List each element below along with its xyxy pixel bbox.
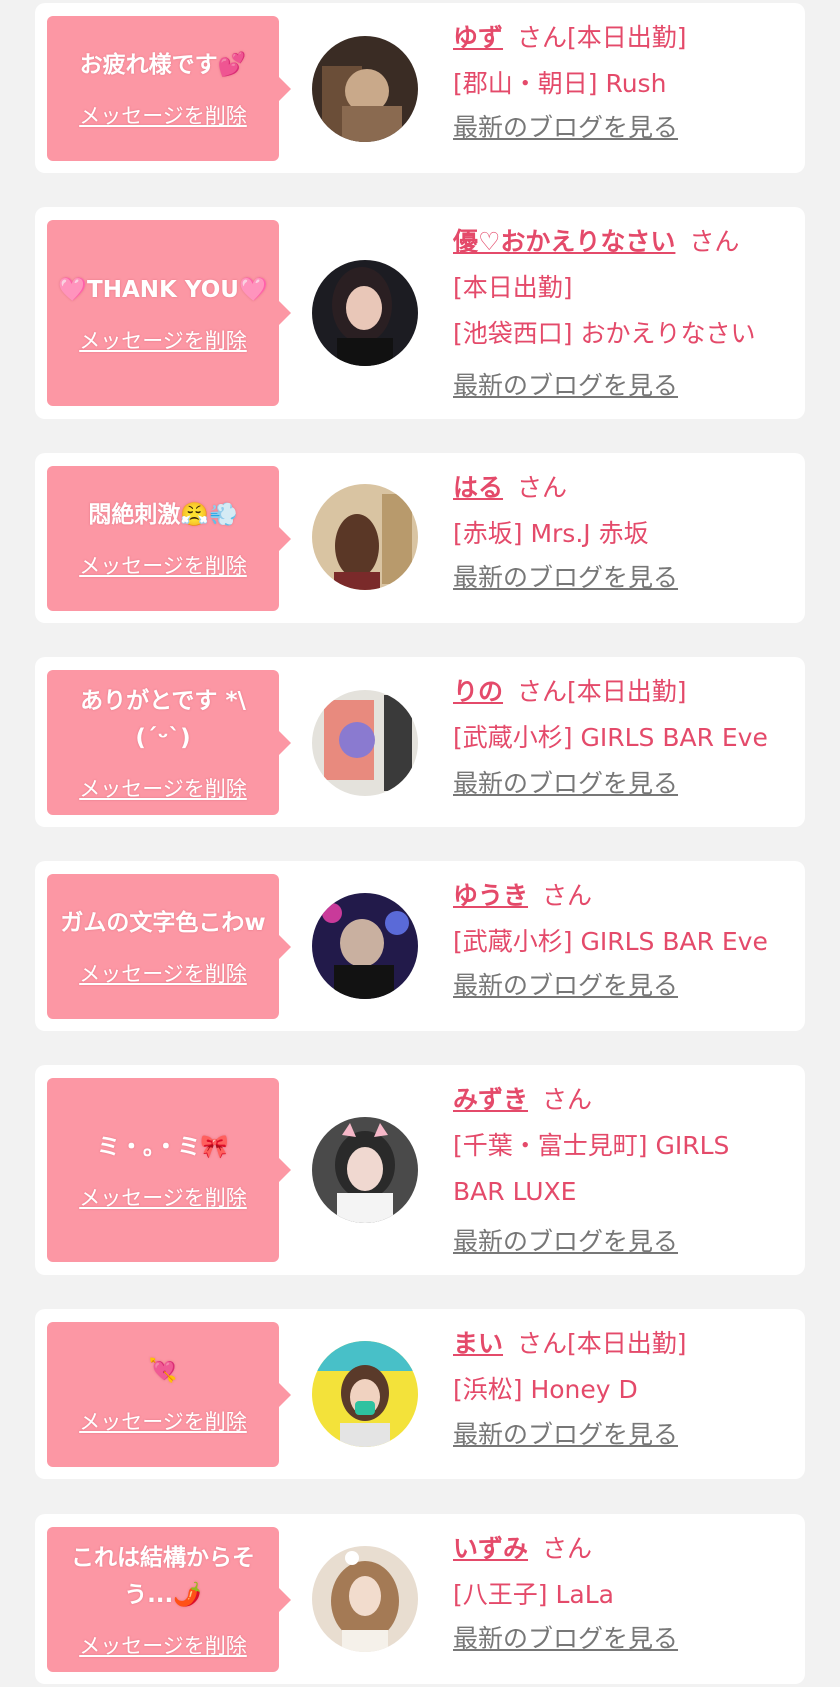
- shop-location: [郡山・朝日] Rush: [453, 69, 667, 98]
- work-status: [本日出勤]: [567, 677, 687, 706]
- cast-name-link[interactable]: ゆうき: [453, 881, 528, 910]
- message-bubble: ありがとです *\(ˊᵕˋ) メッセージを削除: [47, 670, 291, 815]
- message-text: ありがとです *\(ˊᵕˋ): [80, 687, 246, 751]
- shop-location: [武蔵小杉] GIRLS BAR Eve: [453, 927, 768, 956]
- cast-info: 優♡おかえりなさい さん [本日出勤] [池袋西口] おかえりなさい: [453, 219, 791, 357]
- message-card: ガムの文字色こわw メッセージを削除 ゆうき さん [武蔵小杉] GIRLS BA…: [35, 861, 805, 1031]
- shop-location: [武蔵小杉] GIRLS BAR Eve: [453, 723, 768, 752]
- delete-message-button[interactable]: メッセージを削除: [79, 325, 247, 355]
- work-status: [本日出勤]: [567, 1329, 687, 1358]
- message-card: ありがとです *\(ˊᵕˋ) メッセージを削除 りの さん[本日出勤] [武蔵小杉…: [35, 657, 805, 827]
- cast-info: みずき さん [千葉・富士見町] GIRLS BAR LUXE: [453, 1077, 791, 1215]
- latest-blog-link[interactable]: 最新のブログを見る: [453, 369, 678, 403]
- message-bubble: ミ・。・ミ🎀 メッセージを削除: [47, 1078, 291, 1262]
- cast-info: はる さん [赤坂] Mrs.J 赤坂: [453, 465, 791, 557]
- shop-location: [浜松] Honey D: [453, 1375, 638, 1404]
- cast-info: ゆうき さん [武蔵小杉] GIRLS BAR Eve: [453, 873, 791, 965]
- message-text: 💘: [148, 1358, 178, 1384]
- delete-message-button[interactable]: メッセージを削除: [79, 773, 247, 803]
- work-status: [本日出勤]: [567, 23, 687, 52]
- cast-info: ゆず さん[本日出勤] [郡山・朝日] Rush: [453, 15, 791, 107]
- message-text: これは結構からそう...🌶️: [71, 1544, 255, 1608]
- message-bubble: 💘 メッセージを削除: [47, 1322, 291, 1467]
- latest-blog-link[interactable]: 最新のブログを見る: [453, 561, 678, 595]
- honorific: さん: [517, 473, 568, 502]
- avatar[interactable]: [312, 36, 418, 142]
- message-card: これは結構からそう...🌶️ メッセージを削除 いずみ さん [八王子] LaLa…: [35, 1514, 805, 1684]
- latest-blog-link[interactable]: 最新のブログを見る: [453, 969, 678, 1003]
- latest-blog-link[interactable]: 最新のブログを見る: [453, 1418, 678, 1452]
- avatar[interactable]: [312, 1341, 418, 1447]
- message-text: 🩷THANK YOU🩷: [58, 276, 268, 303]
- message-bubble: これは結構からそう...🌶️ メッセージを削除: [47, 1527, 291, 1672]
- avatar[interactable]: [312, 260, 418, 366]
- avatar[interactable]: [312, 1117, 418, 1223]
- message-card: ミ・。・ミ🎀 メッセージを削除 みずき さん [千葉・富士見町] GIRLS BA…: [35, 1065, 805, 1275]
- cast-info: りの さん[本日出勤] [武蔵小杉] GIRLS BAR Eve: [453, 669, 791, 761]
- message-text: ガムの文字色こわw: [60, 910, 266, 936]
- message-card: 🩷THANK YOU🩷 メッセージを削除 優♡おかえりなさい さん [本日出勤] …: [35, 207, 805, 419]
- delete-message-button[interactable]: メッセージを削除: [79, 550, 247, 580]
- cast-info: いずみ さん [八王子] LaLa: [453, 1526, 791, 1618]
- shop-location: [八王子] LaLa: [453, 1580, 614, 1609]
- honorific: さん: [517, 1329, 568, 1358]
- cast-name-link[interactable]: いずみ: [453, 1534, 528, 1563]
- delete-message-button[interactable]: メッセージを削除: [79, 1406, 247, 1436]
- message-text: お疲れ様です💕: [79, 52, 247, 78]
- message-card: お疲れ様です💕 メッセージを削除 ゆず さん[本日出勤] [郡山・朝日] Rush…: [35, 3, 805, 173]
- latest-blog-link[interactable]: 最新のブログを見る: [453, 767, 678, 801]
- shop-location: [千葉・富士見町] GIRLS BAR LUXE: [453, 1131, 730, 1206]
- cast-name-link[interactable]: まい: [453, 1329, 503, 1358]
- message-bubble: ガムの文字色こわw メッセージを削除: [47, 874, 291, 1019]
- latest-blog-link[interactable]: 最新のブログを見る: [453, 1622, 678, 1656]
- message-card: 💘 メッセージを削除 まい さん[本日出勤] [浜松] Honey D 最新のブロ…: [35, 1309, 805, 1479]
- honorific: さん: [689, 227, 740, 256]
- latest-blog-link[interactable]: 最新のブログを見る: [453, 111, 678, 145]
- cast-name-link[interactable]: ゆず: [453, 23, 503, 52]
- cast-name-link[interactable]: みずき: [453, 1085, 528, 1114]
- delete-message-button[interactable]: メッセージを削除: [79, 100, 247, 130]
- cast-name-link[interactable]: りの: [453, 677, 503, 706]
- avatar[interactable]: [312, 484, 418, 590]
- honorific: さん: [517, 23, 568, 52]
- delete-message-button[interactable]: メッセージを削除: [79, 1630, 247, 1660]
- cast-info: まい さん[本日出勤] [浜松] Honey D: [453, 1321, 791, 1413]
- cast-name-link[interactable]: はる: [453, 473, 503, 502]
- shop-location: [池袋西口] おかえりなさい: [453, 319, 756, 348]
- message-card: 悶絶刺激😤💨 メッセージを削除 はる さん [赤坂] Mrs.J 赤坂 最新のブロ…: [35, 453, 805, 623]
- message-bubble: 悶絶刺激😤💨 メッセージを削除: [47, 466, 291, 611]
- message-bubble: お疲れ様です💕 メッセージを削除: [47, 16, 291, 161]
- honorific: さん: [542, 1085, 593, 1114]
- honorific: さん: [542, 881, 593, 910]
- honorific: さん: [517, 677, 568, 706]
- latest-blog-link[interactable]: 最新のブログを見る: [453, 1225, 678, 1259]
- delete-message-button[interactable]: メッセージを削除: [79, 1182, 247, 1212]
- message-text: 悶絶刺激😤💨: [88, 502, 238, 528]
- avatar[interactable]: [312, 1546, 418, 1652]
- message-list: お疲れ様です💕 メッセージを削除 ゆず さん[本日出勤] [郡山・朝日] Rush…: [0, 0, 840, 1687]
- avatar[interactable]: [312, 893, 418, 999]
- shop-location: [赤坂] Mrs.J 赤坂: [453, 519, 649, 548]
- work-status: [本日出勤]: [453, 273, 573, 302]
- cast-name-link[interactable]: 優♡おかえりなさい: [453, 227, 675, 256]
- avatar[interactable]: [312, 690, 418, 796]
- delete-message-button[interactable]: メッセージを削除: [79, 958, 247, 988]
- message-text: ミ・。・ミ🎀: [96, 1133, 230, 1160]
- honorific: さん: [542, 1534, 593, 1563]
- message-bubble: 🩷THANK YOU🩷 メッセージを削除: [47, 220, 291, 406]
